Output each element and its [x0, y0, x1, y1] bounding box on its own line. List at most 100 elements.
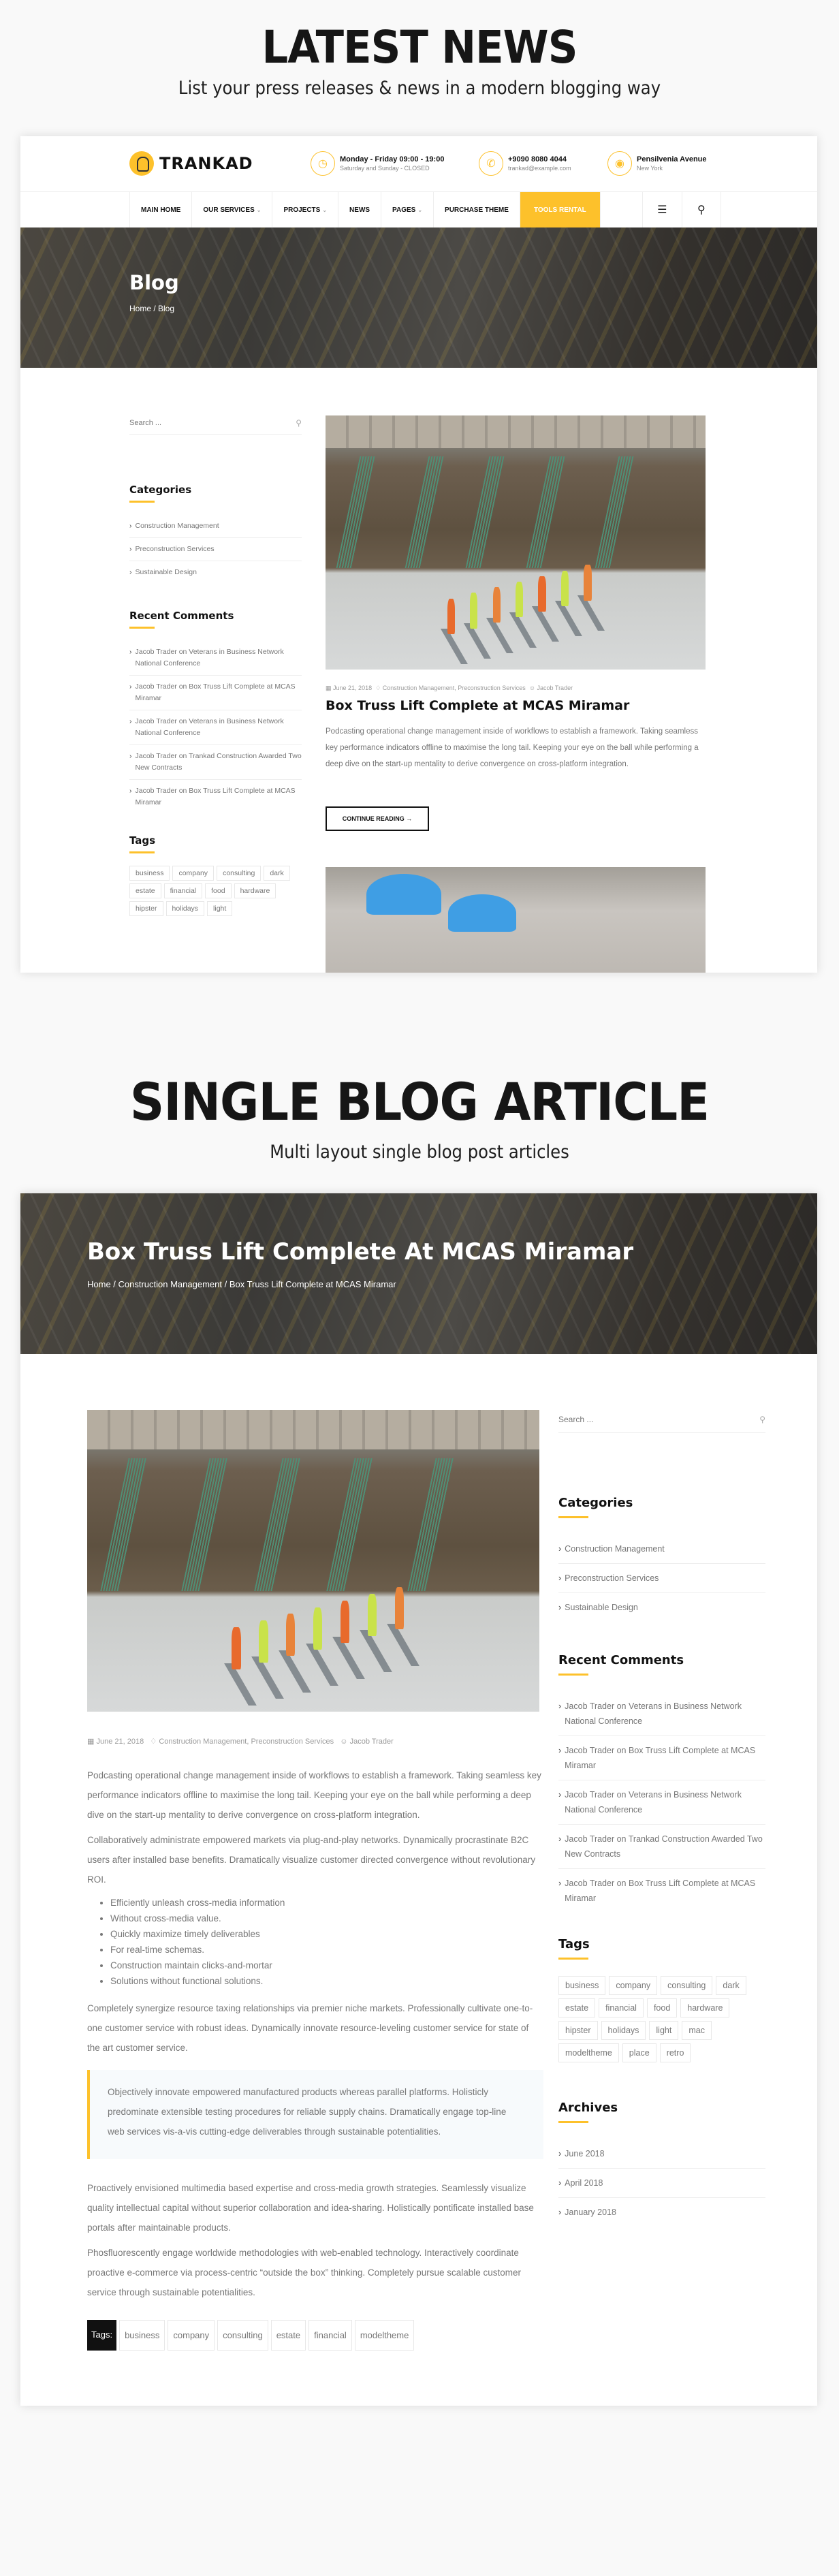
comment-label: Jacob Trader on Box Truss Lift Complete … — [565, 1879, 756, 1903]
category-item[interactable]: › Sustainable Design — [558, 1593, 765, 1622]
chevron-right-icon: › — [558, 1544, 562, 1554]
comment-item[interactable]: › Jacob Trader on Box Truss Lift Complete… — [129, 780, 302, 814]
tag[interactable]: consulting — [217, 2320, 268, 2351]
search-icon[interactable]: ⚲ — [759, 1415, 765, 1424]
tag[interactable]: hardware — [680, 1998, 730, 2017]
tag[interactable]: dark — [264, 866, 290, 881]
image-detail — [486, 617, 514, 654]
comment-label: Jacob Trader on Veterans in Business Net… — [135, 717, 284, 737]
calendar-icon: ▦ — [326, 685, 332, 691]
site-logo[interactable]: TRANKAD — [129, 151, 253, 176]
tag[interactable]: food — [205, 883, 232, 898]
tag[interactable]: business — [558, 1976, 606, 1995]
post-featured-image-2[interactable] — [326, 867, 706, 973]
nav-news[interactable]: NEWS — [338, 192, 381, 227]
tag[interactable]: business — [129, 866, 170, 881]
comment-item[interactable]: › Jacob Trader on Veterans in Business Ne… — [558, 1692, 765, 1736]
comment-item[interactable]: › Jacob Trader on Box Truss Lift Complete… — [558, 1869, 765, 1913]
paragraph: Podcasting operational change management… — [87, 1770, 541, 1820]
tag[interactable]: modeltheme — [354, 2320, 415, 2351]
post-title[interactable]: Box Truss Lift Complete at MCAS Miramar — [326, 698, 629, 713]
image-detail — [394, 1587, 404, 1630]
continue-reading-button[interactable]: CONTINUE READING → — [326, 806, 429, 831]
tag[interactable]: company — [609, 1976, 658, 1995]
tag[interactable]: hipster — [558, 2021, 598, 2040]
nav-label: TOOLS RENTAL — [533, 206, 586, 214]
nav-purchase-theme[interactable]: PURCHASE THEME — [433, 192, 520, 227]
category-item[interactable]: › Sustainable Design — [129, 561, 302, 584]
chevron-right-icon: › — [558, 1701, 562, 1711]
tag[interactable]: company — [168, 2320, 215, 2351]
nav-our-services[interactable]: OUR SERVICES ⌄ — [191, 192, 272, 227]
tag[interactable]: food — [646, 1998, 678, 2017]
tag[interactable]: estate — [558, 1998, 596, 2017]
tag[interactable]: financial — [308, 2320, 352, 2351]
category-item[interactable]: › Construction Management — [129, 515, 302, 538]
category-item[interactable]: › Construction Management — [558, 1535, 765, 1564]
phone-number[interactable]: +9090 8080 4044 — [508, 155, 571, 163]
nav-pages[interactable]: PAGES ⌄ — [381, 192, 433, 227]
tag[interactable]: holidays — [165, 901, 205, 916]
archive-item[interactable]: › June 2018 — [558, 2139, 765, 2169]
bullet-item: Without cross-media value. — [110, 1911, 543, 1926]
article-featured-image — [87, 1410, 539, 1712]
post-author[interactable]: Jacob Trader — [537, 685, 573, 691]
chevron-right-icon: › — [129, 568, 132, 576]
hamburger-icon[interactable]: ☰ — [642, 192, 682, 227]
tag[interactable]: holidays — [601, 2021, 646, 2040]
comment-item[interactable]: › Jacob Trader on Trankad Construction Aw… — [558, 1825, 765, 1869]
breadcrumb[interactable]: Home / Construction Management / Box Tru… — [87, 1279, 396, 1289]
tag[interactable]: dark — [716, 1976, 746, 1995]
search-icon[interactable]: ⚲ — [296, 418, 302, 428]
search-input[interactable]: Search ... — [129, 419, 161, 427]
breadcrumb[interactable]: Home / Blog — [129, 304, 174, 313]
nav-projects[interactable]: PROJECTS ⌄ — [272, 192, 338, 227]
nav-tools-rental[interactable]: TOOLS RENTAL — [519, 192, 600, 227]
post-date[interactable]: June 21, 2018 — [333, 685, 372, 691]
post-featured-image[interactable] — [326, 415, 706, 670]
tag[interactable]: consulting — [217, 866, 262, 881]
chevron-right-icon: › — [558, 1879, 562, 1888]
categories-list: › Construction Management › Preconstructio… — [129, 515, 302, 584]
search-icon[interactable]: ⚲ — [681, 192, 721, 227]
category-item[interactable]: › Preconstruction Services — [129, 538, 302, 561]
chevron-down-icon: ⌄ — [417, 206, 423, 213]
article-date[interactable]: June 21, 2018 — [96, 1738, 144, 1746]
tag[interactable]: estate — [129, 883, 161, 898]
sidebar-search[interactable]: Search ... ⚲ — [129, 417, 302, 435]
tag[interactable]: company — [172, 866, 215, 881]
tag[interactable]: place — [622, 2043, 656, 2062]
tag[interactable]: light — [649, 2021, 679, 2040]
comment-item[interactable]: › Jacob Trader on Veterans in Business Ne… — [129, 710, 302, 745]
tag[interactable]: modeltheme — [558, 2043, 619, 2062]
site-header: TRANKAD ◷ Monday - Friday 09:00 - 19:00 … — [20, 136, 817, 192]
comment-item[interactable]: › Jacob Trader on Trankad Construction Aw… — [129, 745, 302, 780]
post-categories[interactable]: Construction Management, Preconstruction… — [383, 685, 526, 691]
tag[interactable]: financial — [163, 883, 203, 898]
tag[interactable]: light — [207, 901, 233, 916]
chevron-right-icon: › — [558, 1603, 562, 1612]
category-item[interactable]: › Preconstruction Services — [558, 1564, 765, 1593]
tag[interactable]: mac — [682, 2021, 712, 2040]
archive-item[interactable]: › January 2018 — [558, 2198, 765, 2227]
tag[interactable]: financial — [599, 1998, 644, 2017]
tag[interactable]: business — [119, 2320, 165, 2351]
search-input[interactable]: Search ... — [558, 1415, 593, 1424]
tag[interactable]: hipster — [129, 901, 163, 916]
sidebar-search[interactable]: Search ... ⚲ — [558, 1411, 765, 1433]
tag[interactable]: consulting — [661, 1976, 713, 1995]
email-address[interactable]: trankad@example.com — [508, 165, 571, 172]
nav-main-home[interactable]: MAIN HOME — [129, 192, 191, 227]
tag[interactable]: retro — [659, 2043, 691, 2062]
tag[interactable]: estate — [270, 2320, 306, 2351]
comment-item[interactable]: › Jacob Trader on Veterans in Business Ne… — [558, 1780, 765, 1825]
article-categories[interactable]: Construction Management, Preconstruction… — [159, 1738, 334, 1746]
archive-item[interactable]: › April 2018 — [558, 2169, 765, 2198]
tag[interactable]: hardware — [234, 883, 276, 898]
image-detail — [463, 623, 491, 659]
bullet-item: Efficiently unleash cross-media informat… — [110, 1895, 543, 1911]
comment-item[interactable]: › Jacob Trader on Box Truss Lift Complete… — [558, 1736, 765, 1780]
comment-item[interactable]: › Jacob Trader on Box Truss Lift Complete… — [129, 676, 302, 710]
comment-item[interactable]: › Jacob Trader on Veterans in Business Ne… — [129, 641, 302, 676]
article-author[interactable]: Jacob Trader — [350, 1738, 394, 1746]
